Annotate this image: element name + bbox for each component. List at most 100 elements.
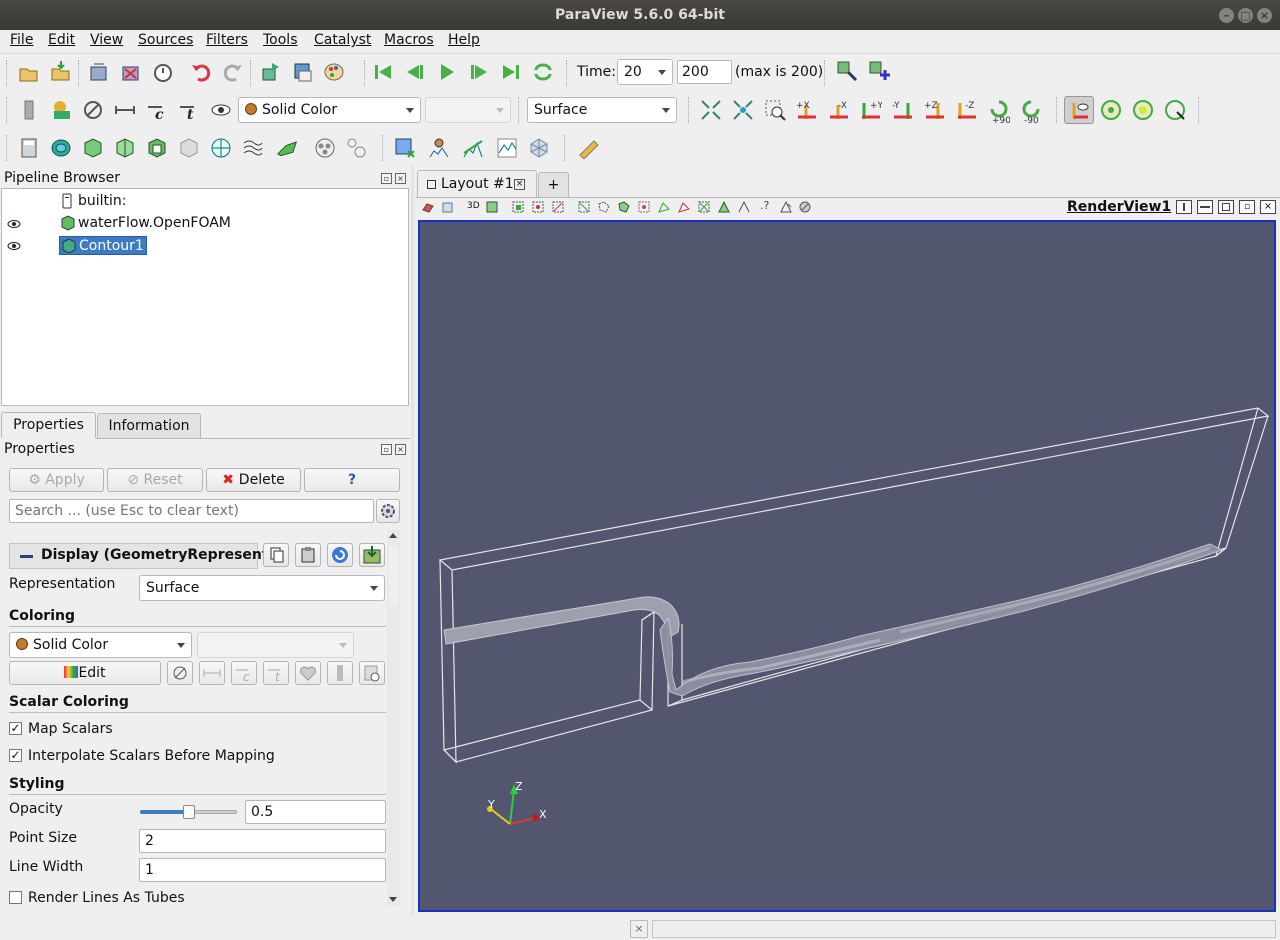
load-data-icon[interactable] <box>50 60 72 82</box>
paste-properties-button[interactable] <box>295 543 321 567</box>
copy-properties-button[interactable] <box>263 543 289 567</box>
tab-properties[interactable]: Properties <box>1 412 96 438</box>
last-frame-icon[interactable] <box>500 61 522 83</box>
plot-over-line-icon[interactable] <box>462 137 484 159</box>
disconnect-icon[interactable] <box>120 61 142 83</box>
auto-apply-icon[interactable] <box>152 61 174 83</box>
layout-tab[interactable]: Layout #1 × <box>417 170 537 197</box>
maximize-icon[interactable]: □ <box>1238 8 1253 23</box>
rescale-custom-icon[interactable] <box>114 99 136 121</box>
zoom-to-data-icon[interactable] <box>732 99 754 121</box>
extract-level-icon[interactable] <box>346 137 368 159</box>
rotate-plus-90-icon[interactable]: +90 <box>988 97 1010 125</box>
rescale-visible-icon[interactable]: c <box>146 99 168 121</box>
menu-edit[interactable]: Edit <box>48 32 75 48</box>
stream-tracer-icon[interactable] <box>242 137 264 159</box>
undo-icon[interactable] <box>190 61 212 83</box>
split-horizontal-icon[interactable] <box>1176 200 1192 214</box>
menu-catalyst[interactable]: Catalyst <box>314 32 371 48</box>
collapse-icon[interactable] <box>20 555 33 558</box>
reset-range-icon[interactable] <box>82 99 104 121</box>
restore-view-icon[interactable]: ▫ <box>1239 200 1255 214</box>
hover-cells-icon[interactable] <box>697 200 711 214</box>
color-legend-button[interactable] <box>327 661 353 685</box>
group-datasets-icon[interactable] <box>314 137 336 159</box>
menu-help[interactable]: Help <box>448 32 480 48</box>
connect-icon[interactable] <box>88 61 110 83</box>
help-button[interactable]: ? <box>304 468 400 492</box>
close-icon[interactable]: × <box>1257 8 1272 23</box>
save-screenshot-icon[interactable] <box>292 61 314 83</box>
render-view[interactable]: Z X Y <box>418 220 1276 912</box>
scene-canvas[interactable]: Z X Y <box>420 222 1276 912</box>
clear-selection-icon[interactable] <box>798 200 812 214</box>
find-data-icon[interactable] <box>836 60 858 82</box>
select-blocks-icon[interactable] <box>637 200 651 214</box>
clip-icon[interactable] <box>82 137 104 159</box>
glyph-icon[interactable] <box>210 137 232 159</box>
previous-frame-icon[interactable] <box>404 61 426 83</box>
select-cells-through-icon[interactable] <box>551 200 565 214</box>
favorites-button[interactable] <box>295 661 321 685</box>
pipeline-item-builtin[interactable]: builtin: <box>78 192 127 210</box>
menu-sources[interactable]: Sources <box>138 32 193 48</box>
view-minus-z-icon[interactable]: -Z <box>956 99 978 121</box>
extract-selection-icon[interactable] <box>394 137 416 159</box>
pipeline-browser[interactable]: builtin: waterFlow.OpenFOAM Contour1 <box>1 188 409 406</box>
point-size-field[interactable]: 2 <box>139 829 386 853</box>
redo-icon[interactable] <box>222 61 244 83</box>
menu-file[interactable]: File <box>10 32 33 48</box>
minimize-icon[interactable]: – <box>1219 8 1234 23</box>
view-plus-x-icon[interactable]: +X <box>796 99 818 121</box>
interaction-mode-button[interactable] <box>1064 96 1094 124</box>
advanced-settings-button[interactable] <box>376 499 400 523</box>
coloring-combo[interactable]: Solid Color <box>238 97 421 123</box>
hover-points-icon[interactable] <box>717 200 731 214</box>
menu-tools[interactable]: Tools <box>263 32 298 48</box>
status-close-icon[interactable]: × <box>630 920 648 938</box>
pick-center-icon[interactable] <box>1132 99 1154 121</box>
edit-color-map-icon[interactable] <box>50 99 72 121</box>
select-polygon-points-icon[interactable] <box>617 200 631 214</box>
zoom-to-box-icon[interactable] <box>764 99 786 121</box>
ruler-icon[interactable] <box>578 137 600 159</box>
scroll-up-icon[interactable] <box>389 533 397 538</box>
color-palette-icon[interactable] <box>324 61 346 83</box>
python-calculator-icon[interactable] <box>528 137 550 159</box>
warp-by-vector-icon[interactable] <box>276 137 298 159</box>
reset-camera-closest-icon[interactable] <box>260 61 282 83</box>
link-camera-icon[interactable] <box>441 200 455 214</box>
search-input[interactable] <box>9 499 374 523</box>
select-points-on-icon[interactable] <box>531 200 545 214</box>
representation-combo[interactable]: Surface <box>527 97 677 123</box>
slider-handle[interactable] <box>183 805 195 819</box>
loop-icon[interactable] <box>532 61 554 83</box>
scrollbar-thumb[interactable] <box>389 546 398 606</box>
line-width-field[interactable]: 1 <box>139 858 386 882</box>
tooltip-query-icon[interactable]: .? <box>760 199 769 212</box>
restore-defaults-button[interactable] <box>327 543 353 567</box>
view-minus-x-icon[interactable]: -X <box>828 99 850 121</box>
opacity-slider[interactable] <box>140 805 237 819</box>
menu-view[interactable]: View <box>90 32 123 48</box>
view-minus-y-icon[interactable]: -Y <box>892 99 914 121</box>
coloring-select[interactable]: Solid Color <box>9 632 192 658</box>
opacity-field[interactable]: 0.5 <box>245 800 386 824</box>
panel-splitter[interactable] <box>411 166 414 916</box>
time-combo[interactable]: 20 <box>617 59 673 85</box>
interactive-select-cells-icon[interactable] <box>657 200 671 214</box>
rescale-visible-button[interactable]: c <box>231 661 257 685</box>
extract-subset-icon[interactable] <box>178 137 200 159</box>
first-frame-icon[interactable] <box>372 61 394 83</box>
rescale-temporal-button[interactable]: t <box>263 661 289 685</box>
float-panel-icon[interactable]: ▫ <box>381 173 392 184</box>
capture-view-icon[interactable] <box>421 200 435 214</box>
close-view-icon[interactable]: × <box>1260 200 1276 214</box>
rescale-temporal-icon[interactable]: t <box>178 99 200 121</box>
apply-button[interactable]: ⚙ Apply <box>9 468 104 492</box>
select-cells-on-icon[interactable] <box>511 200 525 214</box>
toggle-visibility-icon[interactable] <box>210 99 232 121</box>
properties-scrollbar[interactable] <box>387 530 400 906</box>
delete-button[interactable]: ✖ Delete <box>206 468 301 492</box>
split-vertical-icon[interactable] <box>1197 200 1213 214</box>
